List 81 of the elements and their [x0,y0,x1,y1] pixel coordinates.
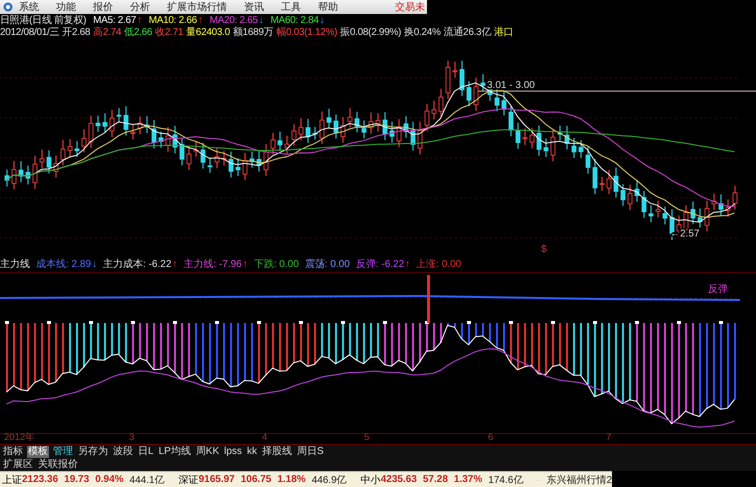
index-value: 4235.63 [380,474,417,485]
quote-field: 高2.74 [93,25,122,39]
menu-item[interactable]: 资讯 [244,0,264,14]
index-change: 57.28 [422,474,448,485]
indicator-value: 反弹: -6.22 [356,258,404,271]
signal-marker: $ [541,244,547,255]
menu-item[interactable]: 功能 [56,0,76,14]
toolbar-tab[interactable]: 另存为 [77,446,109,458]
trend-arrow: ↑ [137,14,142,26]
moving-average-value: MA5: 2.67 [93,14,136,26]
quote-field: 换0.24% [404,25,441,39]
quote-field: 额1689万 [232,25,274,39]
quote-field: 量62403.0 [186,25,230,39]
indicator-value: 震荡: 0.00 [304,258,350,271]
indicator-value: 下跌: 0.00 [254,258,299,271]
axis-label: 2012年 [4,433,36,443]
quote-field: 开2.68 [62,25,90,39]
indicator-legend: 反弹 [708,284,728,295]
toolbar-tab[interactable]: LP均线 [158,446,192,458]
menu-item[interactable]: 系统 [19,0,39,14]
toolbar-tab[interactable]: 择股线 [260,446,293,458]
axis-label: 6 [488,433,494,443]
indicator-value: 主力成本: -6.22 [103,258,172,271]
indicator-title: 主力线 [0,258,30,271]
indicator-value: 主力线: -7.96 [183,258,242,271]
toolbar-tab[interactable]: 关联报价 [37,458,79,470]
quote-field: 流通26.3亿 [444,25,492,39]
quote-field: 低2.66 [124,25,152,39]
index-percent: 1.37% [454,474,482,485]
menu-item[interactable]: 分析 [130,0,150,14]
trend-arrow: ↑ [242,258,248,270]
trade-status: 交易未 [395,0,425,14]
menu-item[interactable]: 报价 [93,0,113,14]
moving-average-value: MA20: 2.65 [210,14,258,26]
quote-field: 收2.71 [155,25,184,39]
index-name: 上证 [2,474,22,486]
stock-title: 日照港(日线 前复权) [0,14,86,27]
toolbar-tab[interactable]: lpss [223,446,243,458]
moving-average-value: MA10: 2.66 [148,14,197,26]
trend-arrow: ↑ [172,258,178,270]
axis-label: 4 [262,433,268,443]
trend-arrow: ↑ [198,14,203,26]
indicator-value: 成本线: 2.89 [36,258,92,271]
axis-label: 7 [606,433,612,443]
toolbar-tab[interactable]: 波段 [112,446,134,458]
index-change: 19.73 [64,474,90,485]
moving-average-value: MA60: 2.84 [270,14,319,26]
quote-field: 振0.08(2.99%) [340,25,402,39]
index-percent: 1.18% [277,474,306,485]
quote-feed: 东兴福州行情2 [546,474,612,486]
toolbar-tab[interactable]: 管理 [52,446,74,458]
index-name: 深证 [178,474,199,486]
toolbar-tab[interactable]: kk [246,446,258,458]
toolbar-tab[interactable]: 模板 [27,446,49,458]
trend-arrow: ↓ [92,258,98,270]
trend-arrow: ↓ [320,14,324,26]
app-logo-icon [3,2,13,12]
toolbar-tab[interactable]: 周日S [296,446,325,458]
toolbar-tab[interactable]: 日L [137,446,155,458]
trend-arrow: ↑ [405,258,410,270]
toolbar-tab[interactable]: 扩展区 [2,458,34,470]
quote-date: 2012/08/01/三 [0,26,60,39]
index-name: 中小 [360,474,381,486]
menu-item[interactable]: 扩展市场行情 [167,0,227,14]
toolbar-tab[interactable]: 周KK [194,446,220,458]
index-amount: 446.9亿 [312,474,347,486]
index-amount: 444.1亿 [130,474,165,486]
indicator-value: 上涨: 0.00 [416,258,462,271]
menu-item[interactable]: 帮助 [318,0,338,14]
index-amount: 174.6亿 [488,474,524,486]
quote-field: 幅0.03(1.12%) [276,25,338,39]
toolbar-tab[interactable]: 指标 [2,446,24,458]
index-change: 106.75 [240,474,272,485]
index-value: 9165.97 [198,474,235,485]
index-percent: 0.94% [95,474,124,485]
quote-field: 港口 [494,25,514,39]
axis-label: 3 [129,433,134,443]
trend-arrow: ↓ [258,14,264,26]
index-value: 2123.36 [22,474,58,485]
menu-item[interactable]: 工具 [281,0,301,14]
axis-label: 5 [364,433,370,443]
